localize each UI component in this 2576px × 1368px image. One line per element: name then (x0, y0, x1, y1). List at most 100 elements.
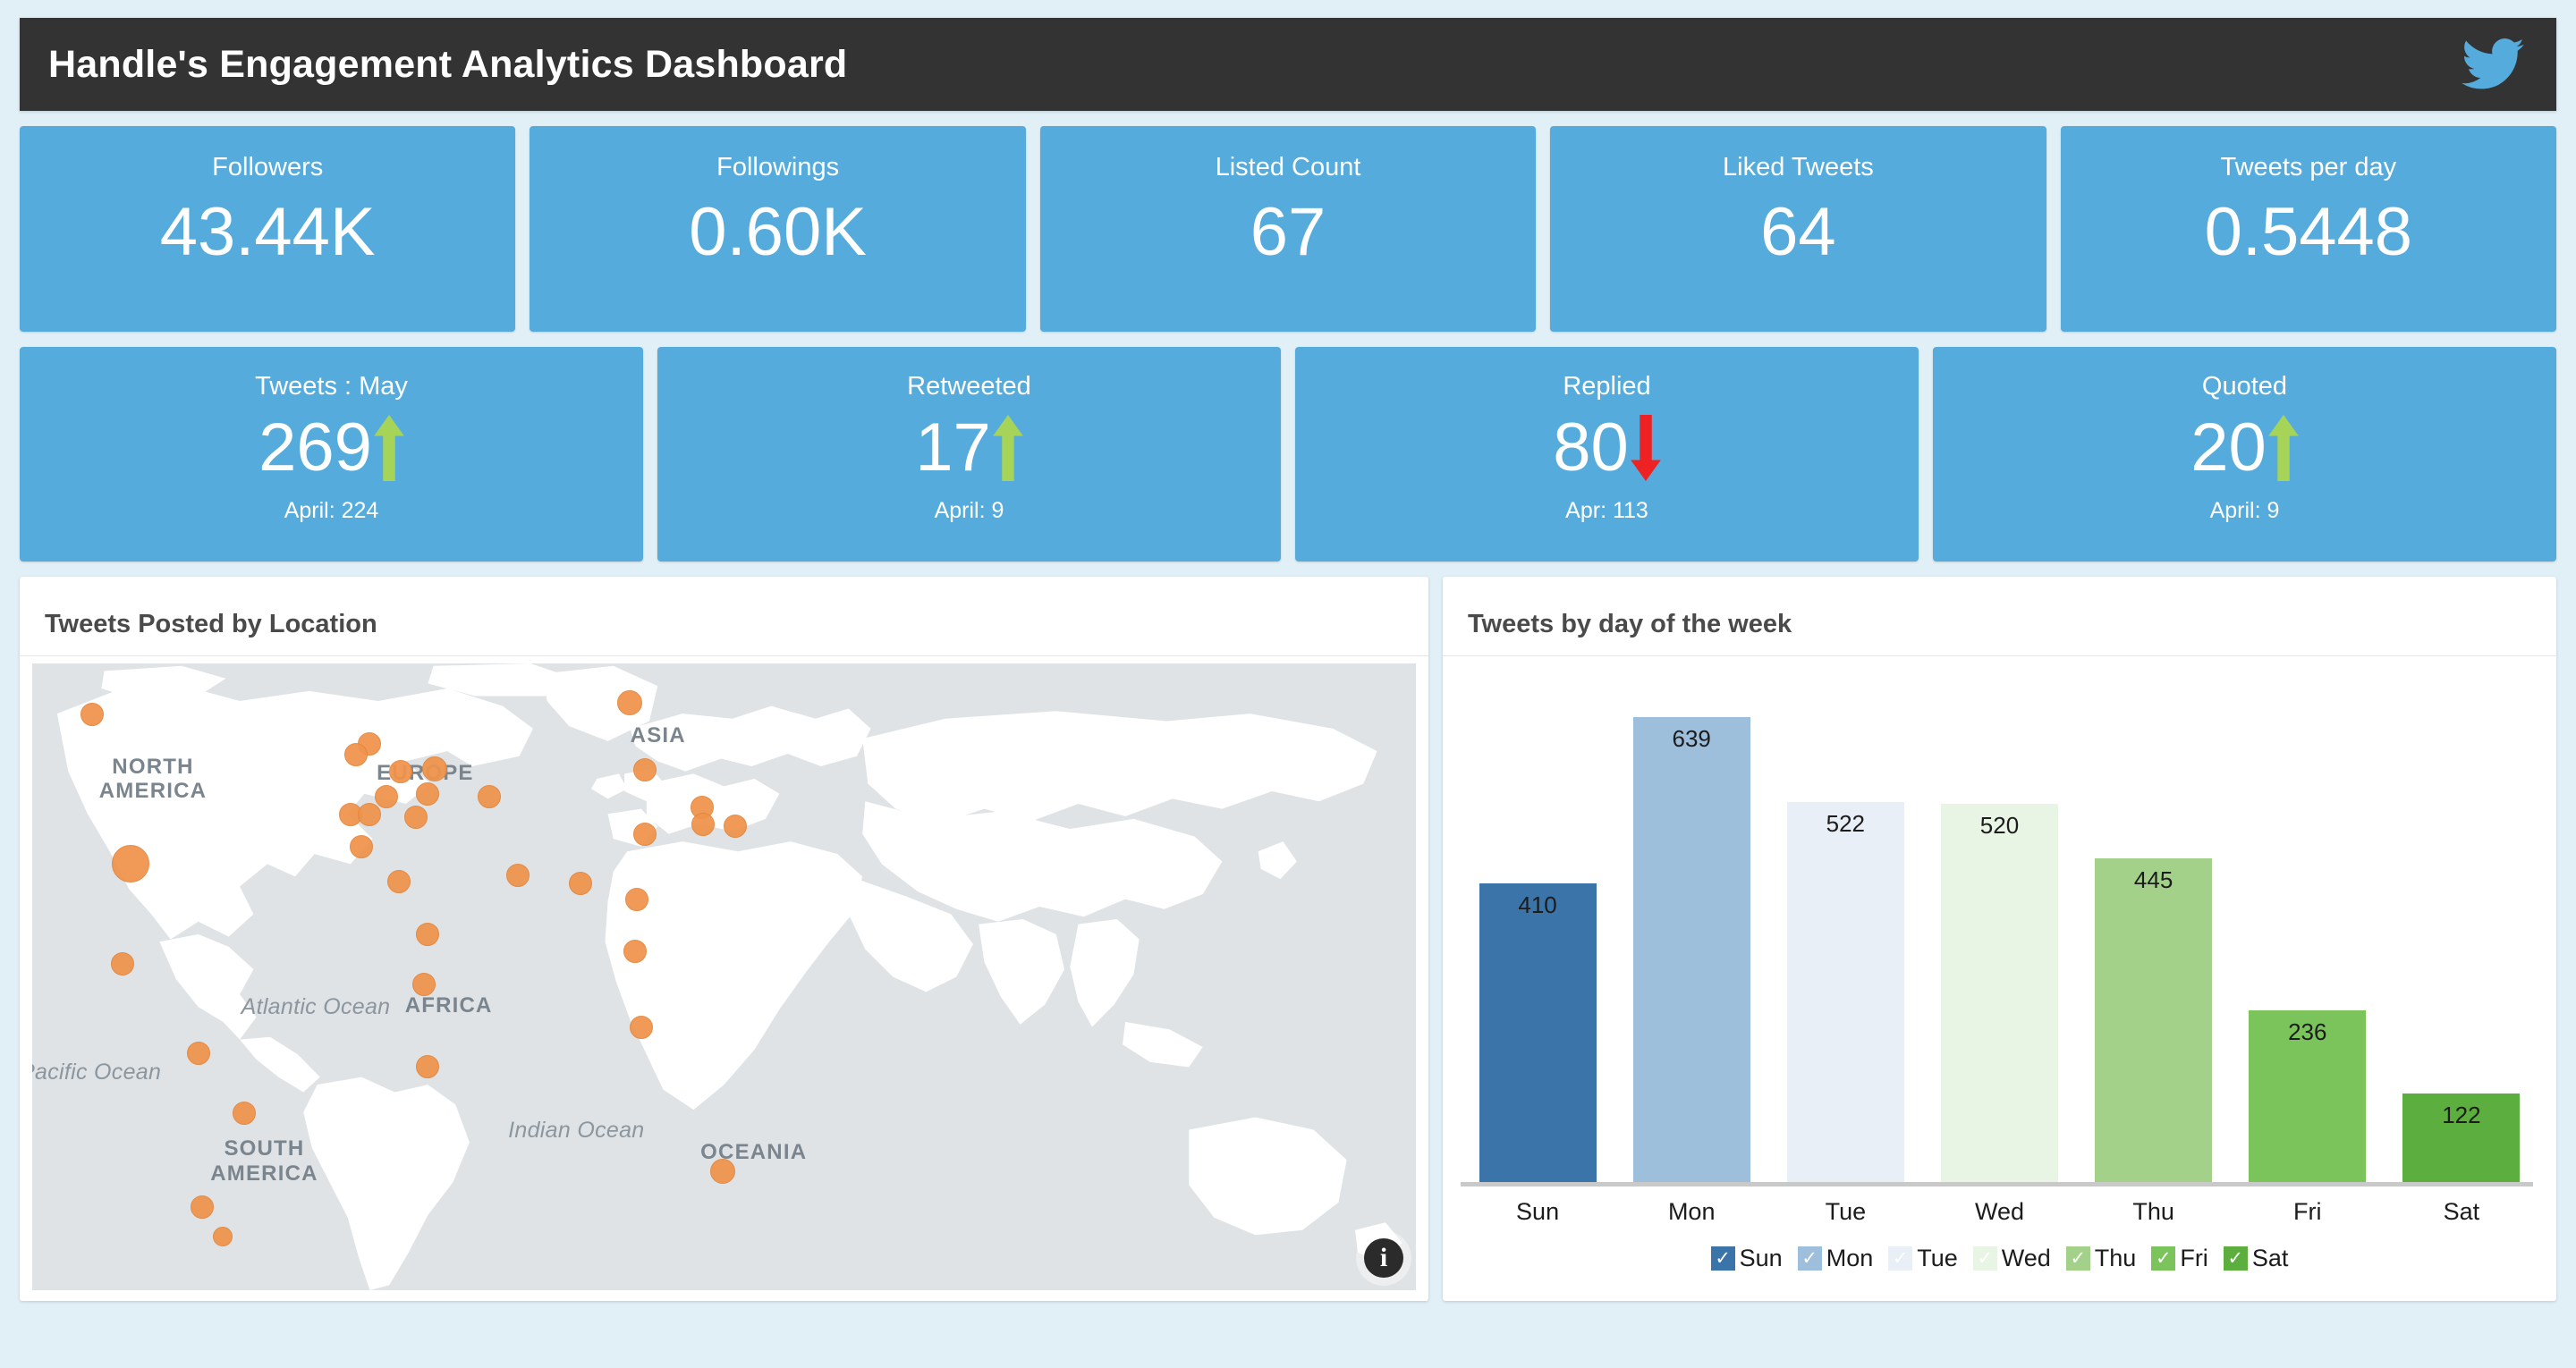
check-icon: ✓ (1801, 1248, 1818, 1269)
arrow-up-icon (991, 415, 1023, 481)
kpi-card-retweeted[interactable]: Retweeted 17 April: 9 (657, 347, 1281, 562)
legend-label: Mon (1826, 1245, 1874, 1271)
map-location-dot[interactable] (403, 806, 428, 830)
map-location-dot[interactable] (422, 756, 448, 781)
check-icon: ✓ (2070, 1248, 2087, 1269)
kpi-label: Tweets : May (255, 372, 408, 401)
kpi-card-quoted[interactable]: Quoted 20 April: 9 (1933, 347, 2556, 562)
map-landmass (56, 663, 1402, 1290)
kpi-card-tweets-per-day[interactable]: Tweets per day 0.5448 (2060, 126, 2557, 332)
map-location-dot[interactable] (111, 845, 149, 883)
kpi-subtext: April: 224 (284, 498, 379, 523)
kpi-value: 80 (1553, 410, 1629, 486)
bar-slot: 522 (1768, 672, 1922, 1182)
kpi-label: Replied (1563, 372, 1651, 401)
panels-row: Tweets Posted by Location NORTH AMERICA … (20, 577, 2556, 1301)
map-location-dot[interactable] (375, 784, 399, 808)
map-location-dot[interactable] (386, 869, 411, 893)
map-location-dot[interactable] (633, 822, 657, 846)
legend-checkbox-thu[interactable]: ✓ (2065, 1246, 2090, 1271)
bar-sat[interactable]: 122 (2402, 1093, 2521, 1182)
legend-checkbox-tue[interactable]: ✓ (1888, 1246, 1913, 1271)
bar-value-label: 639 (1672, 724, 1711, 752)
legend-checkbox-wed[interactable]: ✓ (1972, 1246, 1997, 1271)
bar-tue[interactable]: 522 (1786, 801, 1904, 1182)
chart-area: 410 639 522 520 445 236 122 Sun Mon Tue Wed Thu Fri… (1461, 665, 2538, 1301)
kpi-value: 0.5448 (2204, 194, 2413, 270)
bar-slot: 122 (2385, 672, 2538, 1182)
kpi-value: 64 (1760, 194, 1836, 270)
legend-label: Wed (2001, 1245, 2051, 1271)
map-location-dot[interactable] (186, 1042, 210, 1066)
kpi-card-tweets-may[interactable]: Tweets : May 269 April: 224 (20, 347, 643, 562)
map-location-dot[interactable] (709, 1158, 735, 1184)
chart-legend: ✓ Sun ✓ Mon ✓ Tue ✓ Wed ✓ Thu ✓ Fri ✓ Sat (1461, 1245, 2538, 1272)
bar-slot: 410 (1461, 672, 1614, 1182)
legend-label: Sat (2251, 1245, 2289, 1271)
kpi-label: Tweets per day (2220, 153, 2397, 182)
map-location-dot[interactable] (343, 742, 368, 766)
check-icon: ✓ (1892, 1248, 1909, 1269)
legend-label: Tue (1917, 1245, 1958, 1271)
legend-item-thu[interactable]: ✓ Thu (2065, 1245, 2137, 1272)
world-map[interactable]: NORTH AMERICA SOUTHAMERICA EUROPE AFRICA… (32, 663, 1416, 1290)
kpi-row-trend: Tweets : May 269 April: 224 Retweeted 17… (20, 347, 2556, 562)
kpi-value: 0.60K (689, 194, 867, 270)
kpi-card-listed-count[interactable]: Listed Count 67 (1039, 126, 1537, 332)
kpi-card-liked-tweets[interactable]: Liked Tweets 64 (1550, 126, 2046, 332)
map-location-dot[interactable] (80, 703, 104, 727)
bar-thu[interactable]: 445 (2095, 857, 2213, 1182)
legend-item-sat[interactable]: ✓ Sat (2223, 1245, 2289, 1272)
chart-panel-body: 410 639 522 520 445 236 122 Sun Mon Tue Wed Thu Fri… (1443, 656, 2556, 1301)
bar-slot: 520 (1922, 672, 2076, 1182)
kpi-subtext: April: 9 (2209, 498, 2280, 523)
bar-sun[interactable]: 410 (1479, 883, 1597, 1182)
check-icon: ✓ (2156, 1248, 2172, 1269)
legend-checkbox-fri[interactable]: ✓ (2151, 1246, 2176, 1271)
x-axis-line (1461, 1182, 2533, 1186)
map-location-dot[interactable] (411, 972, 436, 996)
legend-checkbox-sat[interactable]: ✓ (2223, 1246, 2248, 1271)
x-tick-sat: Sat (2443, 1198, 2480, 1225)
kpi-subtext: April: 9 (934, 498, 1004, 523)
map-location-dot[interactable] (416, 1054, 440, 1078)
kpi-card-followers[interactable]: Followers 43.44K (20, 126, 516, 332)
kpi-card-replied[interactable]: Replied 80 Apr: 113 (1295, 347, 1919, 562)
kpi-value: 67 (1250, 194, 1326, 270)
map-location-dot[interactable] (110, 952, 134, 976)
legend-item-tue[interactable]: ✓ Tue (1888, 1245, 1958, 1272)
map-location-dot[interactable] (232, 1102, 256, 1126)
info-icon[interactable]: i (1364, 1238, 1403, 1278)
kpi-value: 20 (2190, 410, 2267, 486)
map-location-dot[interactable] (568, 872, 592, 896)
bar-fri[interactable]: 236 (2249, 1009, 2367, 1182)
bar-wed[interactable]: 520 (1940, 803, 2058, 1182)
legend-label: Thu (2094, 1245, 2137, 1271)
x-tick-thu: Thu (2132, 1198, 2174, 1225)
kpi-row-primary: Followers 43.44K Followings 0.60K Listed… (20, 126, 2557, 332)
map-panel: Tweets Posted by Location NORTH AMERICA … (20, 577, 1428, 1301)
legend-checkbox-mon[interactable]: ✓ (1797, 1246, 1822, 1271)
legend-item-mon[interactable]: ✓ Mon (1797, 1245, 1874, 1272)
map-location-dot[interactable] (505, 863, 530, 887)
kpi-value: 17 (915, 410, 991, 486)
bar-value-label: 522 (1826, 809, 1866, 837)
bar-mon[interactable]: 639 (1632, 716, 1750, 1182)
x-tick-fri: Fri (2293, 1198, 2322, 1225)
legend-item-sun[interactable]: ✓ Sun (1710, 1245, 1783, 1272)
twitter-bird-icon (2462, 38, 2524, 90)
map-location-dot[interactable] (477, 785, 501, 809)
map-panel-body: NORTH AMERICA SOUTHAMERICA EUROPE AFRICA… (20, 656, 1428, 1301)
legend-item-fri[interactable]: ✓ Fri (2151, 1245, 2208, 1272)
legend-item-wed[interactable]: ✓ Wed (1972, 1245, 2051, 1272)
map-location-dot[interactable] (723, 815, 747, 839)
map-location-dot[interactable] (388, 759, 412, 783)
bar-slot: 236 (2231, 672, 2385, 1182)
map-location-dot[interactable] (629, 1016, 653, 1040)
x-tick-mon: Mon (1667, 1198, 1716, 1225)
kpi-label: Followings (716, 153, 840, 182)
arrow-down-icon (1629, 415, 1661, 481)
kpi-card-followings[interactable]: Followings 0.60K (530, 126, 1026, 332)
kpi-label: Followers (212, 153, 324, 182)
legend-checkbox-sun[interactable]: ✓ (1710, 1246, 1735, 1271)
